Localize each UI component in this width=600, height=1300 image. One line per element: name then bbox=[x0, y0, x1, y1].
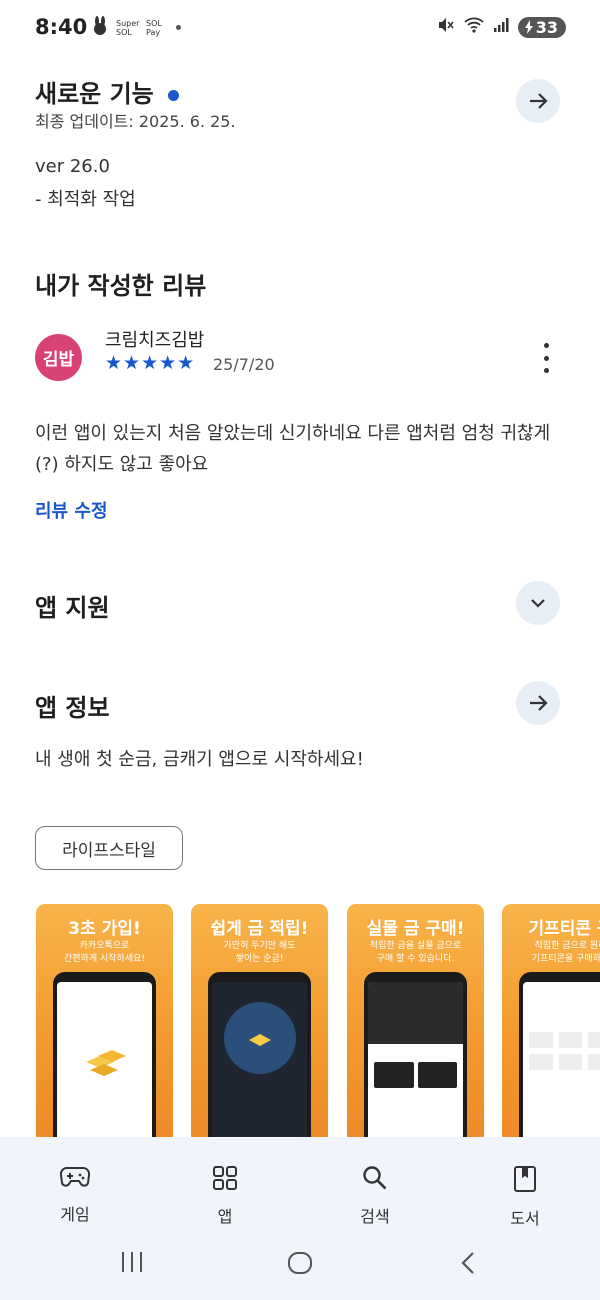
nav-label: 앱 bbox=[217, 1207, 233, 1226]
recent-apps-icon bbox=[122, 1252, 142, 1272]
nav-books[interactable]: 도서 bbox=[485, 1165, 565, 1229]
new-indicator-dot bbox=[168, 89, 180, 101]
screenshot-subtitle: 카카오톡으로 간편하게 시작하세요! bbox=[64, 941, 145, 964]
app-description: 내 생애 첫 순금, 금캐기 앱으로 시작하세요! bbox=[35, 749, 364, 770]
phone-mockup bbox=[519, 972, 600, 1140]
super-sol-app-icon: Super SOL bbox=[116, 18, 140, 37]
nav-games[interactable]: 게임 bbox=[35, 1165, 115, 1225]
avatar: 김밥 bbox=[35, 334, 82, 381]
bottom-navigation: 게임 앱 검색 도서 bbox=[0, 1137, 600, 1300]
arrow-right-icon bbox=[530, 93, 548, 109]
phone-mockup bbox=[364, 972, 467, 1140]
app-support-title: 앱 지원 bbox=[35, 594, 110, 622]
nav-search[interactable]: 검색 bbox=[335, 1165, 415, 1227]
status-time: 8:40 bbox=[35, 15, 88, 39]
nav-label: 게임 bbox=[60, 1205, 90, 1224]
mute-icon bbox=[437, 16, 455, 38]
recent-apps-button[interactable] bbox=[120, 1251, 144, 1277]
nav-label: 검색 bbox=[360, 1207, 390, 1226]
screenshot-headline: 3초 가입! bbox=[68, 919, 141, 939]
star-rating: ★★★★★ bbox=[105, 352, 196, 374]
nav-apps[interactable]: 앱 bbox=[185, 1165, 265, 1227]
sol-pay-app-icon: SOL Pay bbox=[146, 18, 162, 37]
screenshot-headline: 실물 금 구매! bbox=[366, 919, 465, 939]
app-support-expand-button[interactable] bbox=[516, 581, 560, 625]
status-notification-icons: Super SOL SOL Pay bbox=[92, 16, 181, 39]
apps-grid-icon bbox=[213, 1166, 237, 1190]
rabbit-app-icon bbox=[92, 16, 108, 39]
app-info-title: 앱 정보 bbox=[35, 694, 110, 722]
my-review-title: 내가 작성한 리뷰 bbox=[35, 272, 207, 300]
book-icon bbox=[514, 1166, 536, 1192]
arrow-right-icon bbox=[530, 695, 548, 711]
battery-level: 33 bbox=[535, 17, 558, 37]
screenshot-3[interactable]: 실물 금 구매! 적립한 금을 실물 금으로 구매 할 수 있습니다. bbox=[347, 904, 484, 1140]
screenshot-headline: 쉽게 금 적립! bbox=[210, 919, 309, 939]
app-info-arrow-button[interactable] bbox=[516, 681, 560, 725]
screenshot-carousel[interactable]: 3초 가입! 카카오톡으로 간편하게 시작하세요! 쉽게 금 적립! 가만히 두… bbox=[36, 904, 600, 1140]
chevron-down-icon bbox=[531, 599, 545, 608]
phone-mockup bbox=[53, 972, 156, 1140]
back-button[interactable] bbox=[460, 1251, 476, 1279]
screenshot-subtitle: 가만히 두기만 해도 쌓이는 순금! bbox=[223, 941, 296, 964]
last-updated-text: 최종 업데이트: 2025. 6. 25. bbox=[35, 112, 236, 131]
status-bar: 8:40 Super SOL SOL Pay 33 bbox=[0, 0, 600, 56]
category-chip[interactable]: 라이프스타일 bbox=[35, 826, 183, 870]
whats-new-arrow-button[interactable] bbox=[516, 79, 560, 123]
version-note: - 최적화 작업 bbox=[35, 189, 136, 210]
wifi-icon bbox=[464, 16, 484, 38]
status-system-icons: 33 bbox=[437, 16, 566, 38]
gold-bars-icon bbox=[85, 1050, 126, 1076]
reviewer-name: 크림치즈김밥 bbox=[105, 330, 205, 351]
screenshot-subtitle: 적립한 금을 실물 금으로 구매 할 수 있습니다. bbox=[369, 941, 462, 964]
charging-bolt-icon bbox=[524, 20, 533, 34]
review-date: 25/7/20 bbox=[213, 355, 275, 374]
screenshot-1[interactable]: 3초 가입! 카카오톡으로 간편하게 시작하세요! bbox=[36, 904, 173, 1140]
screenshot-headline: 기프티콘 구 bbox=[528, 919, 600, 939]
phone-mockup bbox=[208, 972, 311, 1140]
gold-bar-icon bbox=[248, 1034, 271, 1046]
screenshot-subtitle: 적립한 금으로 원하 기프티콘을 구매하세 bbox=[531, 941, 600, 964]
whats-new-title-text: 새로운 기능 bbox=[35, 80, 154, 108]
gamepad-icon bbox=[59, 1166, 91, 1187]
edit-review-link[interactable]: 리뷰 수정 bbox=[35, 497, 108, 523]
nav-label: 도서 bbox=[510, 1209, 540, 1228]
more-options-icon[interactable] bbox=[538, 343, 554, 373]
whats-new-title: 새로운 기능 bbox=[35, 74, 180, 109]
home-button[interactable] bbox=[287, 1251, 313, 1279]
notification-dot-icon bbox=[176, 25, 181, 30]
battery-indicator: 33 bbox=[517, 16, 566, 38]
back-icon bbox=[461, 1252, 474, 1274]
home-icon bbox=[288, 1252, 312, 1274]
screenshot-2[interactable]: 쉽게 금 적립! 가만히 두기만 해도 쌓이는 순금! bbox=[191, 904, 328, 1140]
signal-icon bbox=[493, 17, 509, 37]
screenshot-4[interactable]: 기프티콘 구 적립한 금으로 원하 기프티콘을 구매하세 bbox=[502, 904, 600, 1140]
review-body: 이런 앱이 있는지 처음 알았는데 신기하네요 다른 앱처럼 엄청 귀찮게(?)… bbox=[35, 423, 551, 475]
search-icon bbox=[363, 1166, 387, 1190]
version-text: ver 26.0 bbox=[35, 156, 110, 177]
